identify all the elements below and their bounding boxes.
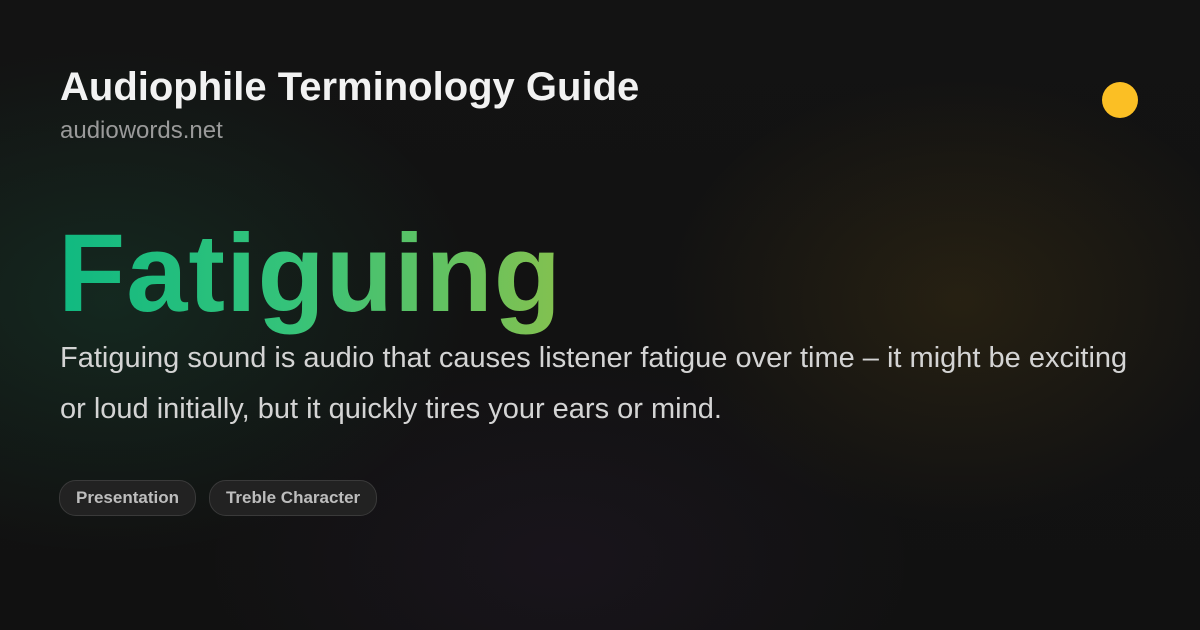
term-definition: Fatiguing sound is audio that causes lis… — [60, 342, 1128, 425]
tag-list: Presentation Treble Character — [59, 480, 378, 516]
accent-dot-icon — [1102, 82, 1138, 118]
tag-presentation[interactable]: Presentation — [59, 480, 196, 516]
tag-treble-character[interactable]: Treble Character — [208, 480, 378, 516]
site-title: Audiophile Terminology Guide — [60, 65, 640, 109]
site-url: audiowords.net — [60, 117, 223, 144]
term-heading: Fatiguing — [58, 212, 562, 335]
